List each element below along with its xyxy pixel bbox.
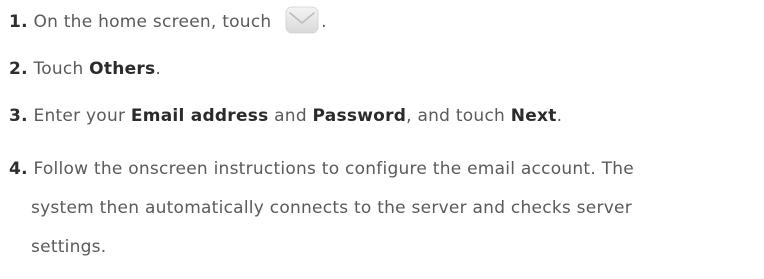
step-line: settings. (31, 237, 107, 257)
step-4: 4. Follow the onscreen instructions to c… (9, 150, 757, 267)
step-text: and (268, 106, 313, 126)
step-2: 2. Touch Others. (9, 57, 161, 81)
step-text: Touch (33, 59, 90, 79)
step-text-end: . (155, 59, 162, 79)
step-1: 1. On the home screen, touch . (9, 6, 327, 34)
step-number: 1. (9, 12, 28, 32)
step-number: 3. (9, 106, 28, 126)
step-number: 4. (9, 159, 28, 179)
next-button-label: Next (510, 106, 557, 126)
step-3: 3. Enter your Email address and Password… (9, 104, 562, 128)
step-text: , and touch (406, 106, 511, 126)
step-number: 2. (9, 59, 28, 79)
step-line: system then automatically connects to th… (31, 198, 632, 218)
step-text-end: . (321, 12, 327, 32)
step-text: On the home screen, touch (33, 12, 272, 32)
step-text: Enter your (33, 106, 131, 126)
email-address-label: Email address (130, 106, 269, 126)
others-option-label: Others (89, 59, 156, 79)
email-app-icon (285, 6, 319, 34)
step-line: 4. Follow the onscreen instructions to c… (9, 150, 757, 189)
step-text: Follow the onscreen instructions to conf… (33, 159, 635, 179)
password-label: Password (312, 106, 407, 126)
step-text-end: . (556, 106, 563, 126)
